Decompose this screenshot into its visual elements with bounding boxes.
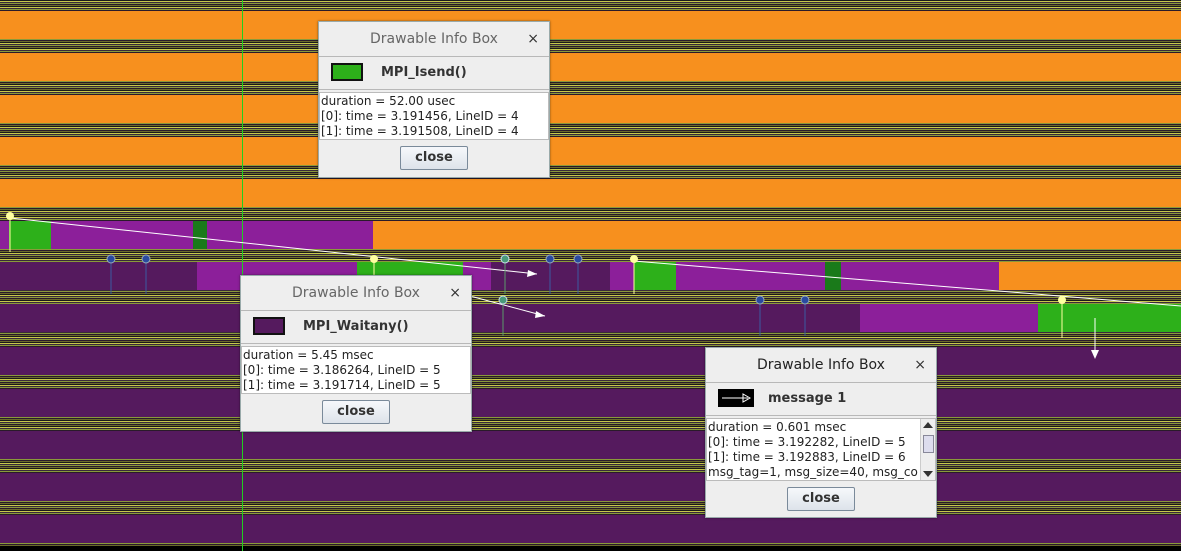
dialog-title-bar[interactable]: Drawable Info Box × bbox=[241, 276, 471, 310]
event-marker[interactable] bbox=[573, 254, 583, 264]
button-row: close bbox=[706, 481, 936, 517]
dialog-title: Drawable Info Box bbox=[370, 31, 498, 47]
close-icon[interactable]: × bbox=[449, 276, 461, 310]
info-dialog-isend[interactable]: Drawable Info Box × MPI_Isend() duration… bbox=[318, 21, 550, 178]
event-marker[interactable] bbox=[1058, 296, 1066, 304]
info-line: [1]: time = 3.191714, LineID = 5 bbox=[243, 378, 441, 392]
close-icon[interactable]: × bbox=[914, 348, 926, 382]
close-button[interactable]: close bbox=[787, 487, 855, 511]
color-swatch[interactable] bbox=[331, 63, 363, 81]
message-arrow[interactable] bbox=[633, 260, 1181, 307]
event-marker[interactable] bbox=[6, 212, 14, 220]
info-text-area[interactable]: duration = 5.45 msec [0]: time = 3.18626… bbox=[241, 346, 471, 394]
event-marker[interactable] bbox=[106, 254, 116, 264]
info-line: duration = 0.601 msec bbox=[708, 420, 847, 434]
info-line: msg_tag=1, msg_size=40, msg_co bbox=[708, 465, 918, 479]
message-arrow[interactable] bbox=[9, 217, 538, 275]
info-line: [1]: time = 3.191508, LineID = 4 bbox=[321, 124, 519, 138]
info-line: [0]: time = 3.186264, LineID = 5 bbox=[243, 363, 441, 377]
vertical-scrollbar[interactable] bbox=[920, 419, 935, 480]
info-dialog-message[interactable]: Drawable Info Box × message 1 duration =… bbox=[705, 347, 937, 518]
event-marker[interactable] bbox=[545, 254, 555, 264]
close-icon[interactable]: × bbox=[527, 22, 539, 56]
event-marker[interactable] bbox=[500, 254, 510, 264]
button-row: close bbox=[241, 394, 471, 430]
arrow-head-icon bbox=[527, 270, 537, 277]
info-line: duration = 52.00 usec bbox=[321, 94, 456, 108]
arrow-head-icon bbox=[535, 311, 545, 318]
scroll-down-icon[interactable] bbox=[923, 471, 933, 477]
scroll-thumb[interactable] bbox=[923, 435, 934, 453]
dialog-title-bar[interactable]: Drawable Info Box × bbox=[319, 22, 549, 56]
close-button[interactable]: close bbox=[322, 400, 390, 424]
info-line: [0]: time = 3.192282, LineID = 5 bbox=[708, 435, 906, 449]
dialog-header: message 1 bbox=[706, 382, 936, 416]
message-arrow-icon bbox=[722, 393, 752, 403]
scroll-up-icon[interactable] bbox=[923, 422, 933, 428]
event-marker[interactable] bbox=[800, 295, 810, 305]
event-marker[interactable] bbox=[370, 255, 378, 263]
color-swatch[interactable] bbox=[718, 389, 754, 407]
info-dialog-waitany[interactable]: Drawable Info Box × MPI_Waitany() durati… bbox=[240, 275, 472, 432]
dialog-header: MPI_Isend() bbox=[319, 56, 549, 90]
info-text-area[interactable]: duration = 52.00 usec [0]: time = 3.1914… bbox=[319, 92, 549, 140]
arrow-head-icon bbox=[1091, 350, 1099, 359]
drawable-name: MPI_Isend() bbox=[381, 65, 467, 80]
event-marker[interactable] bbox=[630, 255, 638, 263]
dialog-title: Drawable Info Box bbox=[292, 285, 420, 301]
info-text-area[interactable]: duration = 0.601 msec [0]: time = 3.1922… bbox=[706, 418, 936, 481]
button-row: close bbox=[319, 140, 549, 176]
info-line: duration = 5.45 msec bbox=[243, 348, 374, 362]
dialog-title-bar[interactable]: Drawable Info Box × bbox=[706, 348, 936, 382]
message-arrow[interactable] bbox=[469, 295, 546, 317]
event-marker[interactable] bbox=[498, 295, 508, 305]
event-marker[interactable] bbox=[755, 295, 765, 305]
info-line: [0]: time = 3.191456, LineID = 4 bbox=[321, 109, 519, 123]
info-line: [1]: time = 3.192883, LineID = 6 bbox=[708, 450, 906, 464]
dialog-title: Drawable Info Box bbox=[757, 357, 885, 373]
message-arrows-layer bbox=[6, 212, 1181, 359]
drawable-name: message 1 bbox=[768, 391, 847, 406]
close-button[interactable]: close bbox=[400, 146, 468, 170]
drawable-name: MPI_Waitany() bbox=[303, 319, 409, 334]
timeline-canvas[interactable] bbox=[0, 0, 1181, 551]
event-marker[interactable] bbox=[141, 254, 151, 264]
dialog-header: MPI_Waitany() bbox=[241, 310, 471, 344]
color-swatch[interactable] bbox=[253, 317, 285, 335]
